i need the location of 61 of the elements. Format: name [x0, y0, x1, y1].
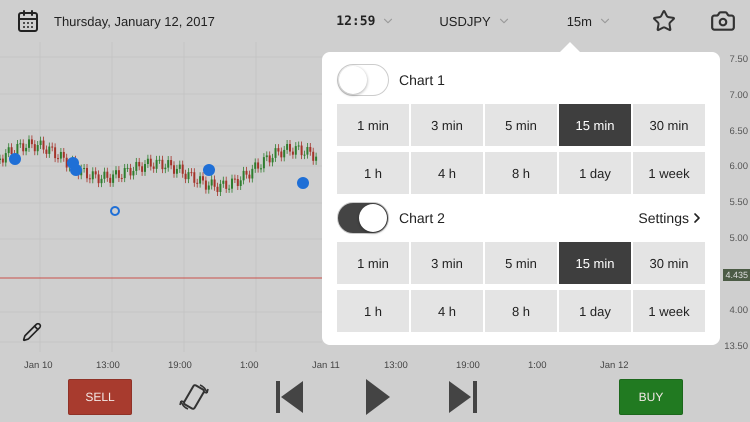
- y-axis-label: 4.00: [730, 305, 749, 316]
- interval-option[interactable]: 1 day: [559, 290, 631, 332]
- interval-option[interactable]: 5 min: [485, 242, 557, 284]
- trade-marker: [9, 153, 21, 165]
- x-axis-label: Jan 10: [24, 360, 54, 370]
- interval-option[interactable]: 30 min: [633, 242, 705, 284]
- buy-button[interactable]: BUY: [619, 379, 683, 415]
- interval-option[interactable]: 3 min: [411, 104, 483, 146]
- symbol-dropdown[interactable]: USDJPY: [439, 14, 511, 28]
- date-label: Thursday, January 12, 2017: [54, 14, 215, 28]
- trade-marker: [70, 164, 82, 176]
- trade-marker: [203, 164, 215, 176]
- sell-button[interactable]: SELL: [68, 379, 132, 415]
- chart-label: Chart 2: [399, 210, 446, 226]
- x-axis-label: Jan 11: [312, 360, 341, 370]
- interval-option[interactable]: 1 h: [337, 152, 409, 194]
- y-axis-label: 5.00: [730, 232, 749, 244]
- pencil-icon[interactable]: [22, 322, 42, 342]
- y-axis-label: 7.50: [730, 54, 749, 65]
- x-axis-label: 19:00: [456, 360, 481, 370]
- x-axis-label: Jan 12: [600, 360, 630, 370]
- skip-back-icon[interactable]: [276, 381, 304, 413]
- chart-toggle[interactable]: [337, 64, 389, 96]
- settings-link[interactable]: Settings: [638, 210, 705, 226]
- interval-option[interactable]: 8 h: [485, 290, 557, 332]
- interval-option[interactable]: 4 h: [411, 290, 483, 332]
- interval-option[interactable]: 30 min: [633, 104, 705, 146]
- interval-option[interactable]: 1 day: [559, 152, 631, 194]
- chart-toggle[interactable]: [337, 202, 389, 234]
- interval-option[interactable]: 15 min: [559, 104, 631, 146]
- x-axis-label: 13:00: [96, 360, 121, 370]
- rotate-icon[interactable]: [178, 381, 210, 413]
- y-axis-label: 5.50: [730, 197, 749, 208]
- interval-option[interactable]: 1 h: [337, 290, 409, 332]
- x-axis-label: 1:00: [240, 360, 260, 370]
- time-dropdown[interactable]: 12:59: [336, 14, 396, 28]
- trade-marker: [110, 206, 120, 216]
- interval-option[interactable]: 4 h: [411, 152, 483, 194]
- y-axis-label: 7.00: [730, 90, 749, 101]
- x-axis-label: 13:00: [384, 360, 409, 370]
- trade-marker: [297, 177, 309, 189]
- x-axis-label: 19:00: [168, 360, 193, 370]
- y-axis-label: 6.00: [730, 161, 749, 172]
- price-tag: 4.435: [723, 268, 750, 280]
- y-axis-label: 6.50: [730, 126, 749, 136]
- interval-option[interactable]: 15 min: [559, 242, 631, 284]
- chart-label: Chart 1: [399, 72, 446, 88]
- x-axis-label: 1:00: [528, 360, 548, 370]
- star-icon[interactable]: [652, 9, 676, 33]
- interval-option[interactable]: 3 min: [411, 242, 483, 284]
- skip-forward-icon[interactable]: [449, 381, 477, 413]
- play-icon[interactable]: [366, 379, 390, 415]
- interval-option[interactable]: 1 min: [337, 242, 409, 284]
- interval-dropdown[interactable]: 15m: [566, 14, 612, 28]
- interval-option[interactable]: 1 min: [337, 104, 409, 146]
- y-axis-label: 13.50: [724, 341, 749, 352]
- interval-option[interactable]: 1 week: [633, 290, 705, 332]
- interval-option[interactable]: 1 week: [633, 152, 705, 194]
- interval-option[interactable]: 5 min: [485, 104, 557, 146]
- interval-option[interactable]: 8 h: [485, 152, 557, 194]
- calendar-icon[interactable]: [16, 9, 40, 33]
